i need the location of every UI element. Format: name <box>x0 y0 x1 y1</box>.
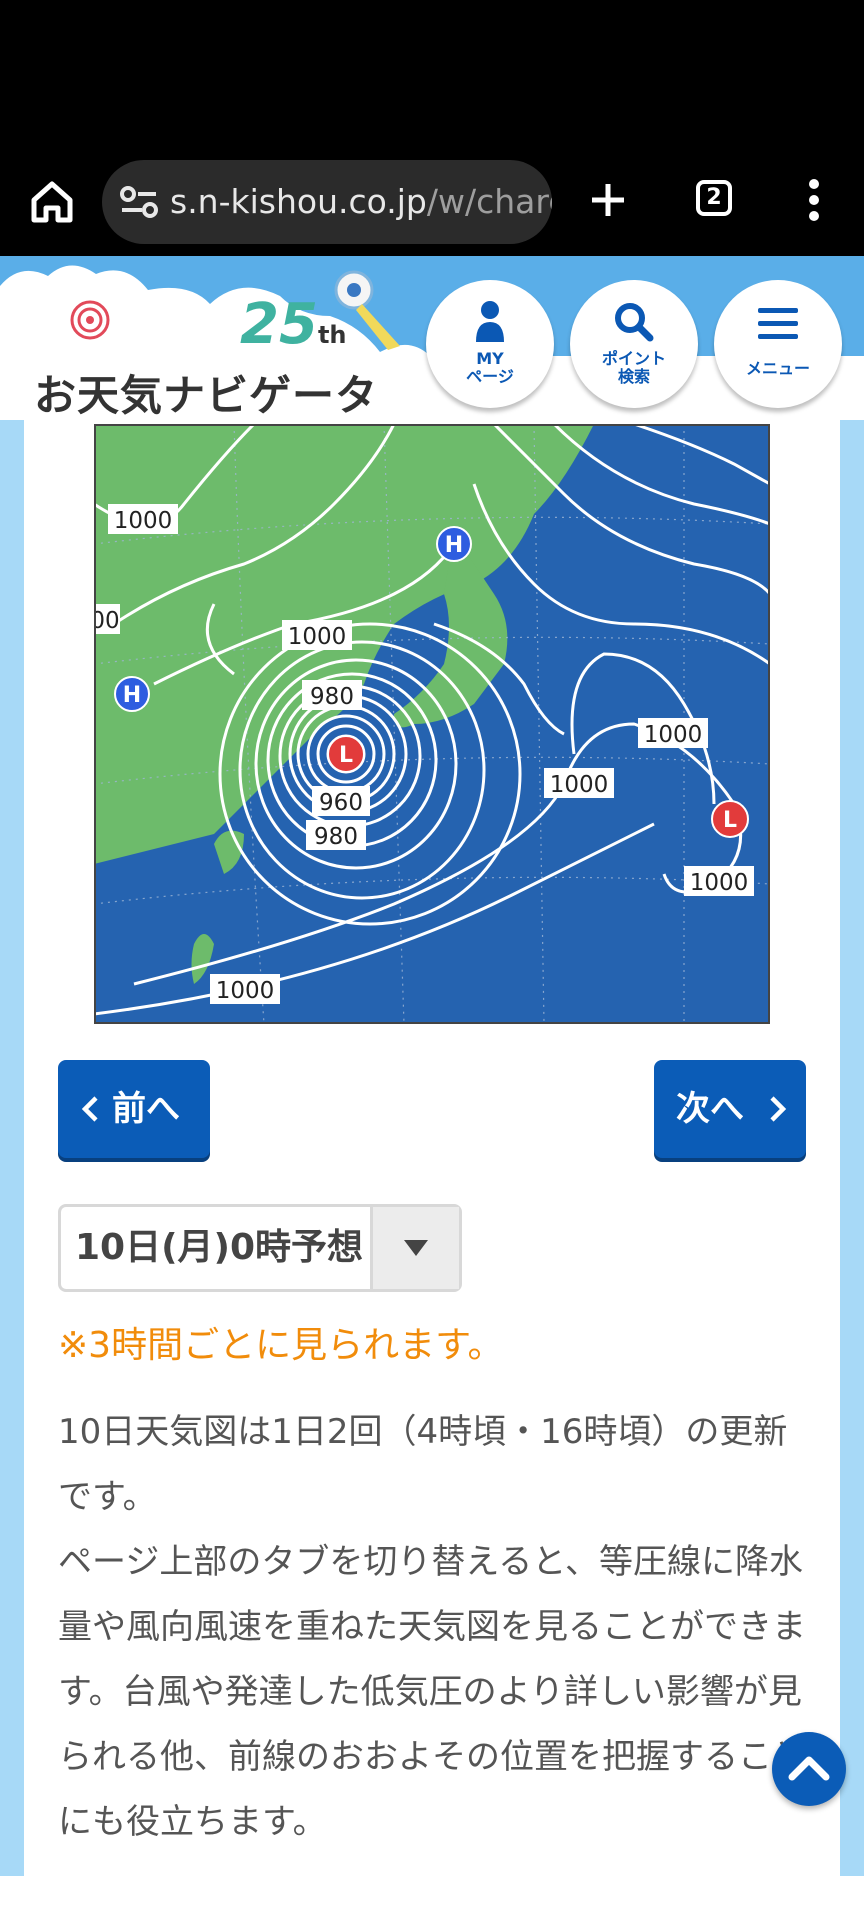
low-pressure-marker: L <box>711 800 749 838</box>
isobar-label: 00 <box>94 608 120 634</box>
mascot-icon <box>334 270 400 350</box>
high-pressure-marker: H <box>114 676 150 712</box>
my-page-label-1: MY <box>476 349 504 368</box>
status-bar <box>0 0 864 148</box>
person-icon <box>476 301 504 342</box>
point-search-label-2: 検索 <box>617 367 650 386</box>
isobar-label: 980 <box>310 684 354 710</box>
bottom-strip <box>0 1876 864 1928</box>
select-arrow-box[interactable] <box>370 1207 459 1289</box>
site-info-icon[interactable] <box>118 182 162 222</box>
forecast-time-select[interactable]: 10日(月)0時予想 <box>58 1204 462 1292</box>
url-path: /w/charg <box>426 182 552 221</box>
isobar-label: 960 <box>319 790 363 816</box>
my-page-button[interactable]: MY ページ <box>426 280 554 408</box>
svg-text:L: L <box>339 743 353 768</box>
scroll-to-top-button[interactable] <box>772 1732 846 1806</box>
logo-text: お天気ナビゲータ <box>34 371 379 420</box>
isobar-label: 1000 <box>644 722 703 748</box>
forecast-time-value: 10日(月)0時予想 <box>75 1227 364 1268</box>
chevron-left-icon <box>81 1096 98 1122</box>
more-vert-icon[interactable] <box>790 172 838 228</box>
description-paragraph: 10日天気図は1日2回（4時頃・16時頃）の更新です。 <box>58 1412 788 1517</box>
tower-icon <box>70 300 110 340</box>
browser-toolbar: s.n-kishou.co.jp/w/charg 2 <box>0 148 864 256</box>
description-paragraph: ページ上部のタブを切り替えると、等圧線に降水量や風向風速を重ねた天気図を見ること… <box>58 1542 806 1842</box>
plus-icon[interactable] <box>580 172 636 228</box>
update-interval-note: ※3時間ごとに見られます。 <box>58 1325 504 1366</box>
point-search-label-1: ポイント <box>601 349 666 368</box>
isobar-label: 1000 <box>288 624 347 650</box>
isobar-label: 980 <box>314 824 358 850</box>
home-icon[interactable] <box>24 174 80 230</box>
url-text[interactable]: s.n-kishou.co.jp/w/charg <box>170 182 552 222</box>
isobar-label: 1000 <box>550 772 609 798</box>
isobar-label: 1000 <box>216 978 275 1004</box>
my-page-label-2: ページ <box>466 367 514 386</box>
weather-map[interactable]: 1000 00 1000 980 960 980 1000 1000 1000 … <box>94 424 770 1024</box>
anniversary-number: 25 <box>240 292 318 357</box>
search-icon <box>615 303 654 342</box>
next-button[interactable]: 次へ <box>654 1060 806 1158</box>
prev-button[interactable]: 前へ <box>58 1060 210 1158</box>
next-label: 次へ <box>676 1089 744 1129</box>
isobar-label: 1000 <box>690 870 749 896</box>
tabs-icon[interactable]: 2 <box>688 172 744 228</box>
url-domain: s.n-kishou.co.jp <box>170 182 427 221</box>
description: 10日天気図は1日2回（4時頃・16時頃）の更新です。 ページ上部のタブを切り替… <box>58 1400 810 1855</box>
chevron-up-icon <box>788 1756 830 1781</box>
chevron-right-icon <box>770 1096 787 1122</box>
low-pressure-marker: L <box>327 735 365 773</box>
high-pressure-marker: H <box>436 526 472 562</box>
svg-text:H: H <box>445 533 463 558</box>
caret-down-icon <box>404 1240 428 1256</box>
svg-text:H: H <box>123 683 141 708</box>
tab-count: 2 <box>696 180 732 216</box>
prev-label: 前へ <box>112 1089 180 1129</box>
menu-button[interactable]: メニュー <box>714 280 842 408</box>
hamburger-icon <box>758 308 798 339</box>
isobar-label: 1000 <box>114 508 173 534</box>
point-search-button[interactable]: ポイント 検索 <box>570 280 698 408</box>
address-bar[interactable]: s.n-kishou.co.jp/w/charg <box>102 160 552 244</box>
menu-label: メニュー <box>745 359 810 378</box>
site-logo[interactable]: お天気ナビゲータ 25th <box>30 270 420 420</box>
svg-text:L: L <box>723 808 737 833</box>
site-header: お天気ナビゲータ 25th MY ページ ポイント 検索 メニュー <box>0 256 864 420</box>
